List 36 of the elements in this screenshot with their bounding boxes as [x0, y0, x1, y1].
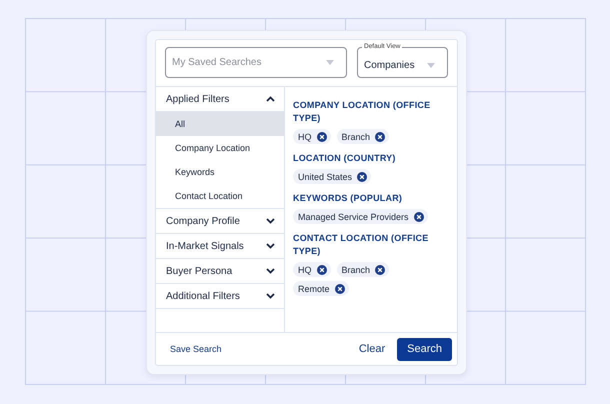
chevron-down-icon [266, 218, 275, 224]
save-search-link[interactable]: Save Search [170, 344, 347, 354]
filter-chip: HQ [293, 129, 330, 144]
filter-chip: Branch [336, 262, 390, 277]
chevron-up-icon [266, 96, 275, 102]
filter-group-title: LOCATION (COUNTRY) [293, 152, 397, 165]
filter-chip: Branch [336, 129, 390, 144]
chevron-down-icon [266, 293, 275, 299]
remove-icon[interactable] [316, 132, 326, 142]
filter-group-title: COMPANY LOCATION (OFFICE TYPE) [293, 99, 432, 125]
filter-item[interactable]: Keywords [156, 160, 284, 184]
filter-chip: Remote [293, 281, 349, 296]
filter-chip: United States [293, 169, 372, 184]
filter-item[interactable]: All [156, 112, 284, 136]
filter-item[interactable]: Company Location [156, 136, 284, 160]
filter-section-header[interactable]: Additional Filters [156, 284, 284, 309]
chevron-down-icon [266, 243, 275, 249]
remove-icon[interactable] [375, 132, 386, 142]
remove-icon[interactable] [316, 264, 326, 274]
filter-group-title: CONTACT LOCATION (OFFICE TYPE) [293, 232, 430, 258]
remove-icon[interactable] [334, 284, 345, 294]
filter-section-header[interactable]: Company Profile [156, 209, 284, 234]
dropdown-arrow-icon [427, 63, 435, 68]
remove-icon[interactable] [357, 172, 368, 182]
remove-icon[interactable] [375, 264, 386, 274]
filter-section-header[interactable]: Buyer Persona [156, 259, 284, 284]
clear-link[interactable]: Clear [358, 343, 386, 355]
filter-item[interactable]: Contact Location [156, 184, 284, 208]
filter-chip: HQ [293, 262, 330, 277]
filter-group-title: KEYWORDS (POPULAR) [293, 192, 404, 205]
remove-icon[interactable] [414, 212, 424, 222]
filter-chip: Managed Service Providers [293, 209, 428, 224]
dropdown-arrow-icon [326, 60, 334, 65]
filter-section-header[interactable]: In-Market Signals [156, 234, 284, 259]
search-button[interactable]: Search [397, 338, 452, 360]
chevron-down-icon [266, 268, 275, 274]
